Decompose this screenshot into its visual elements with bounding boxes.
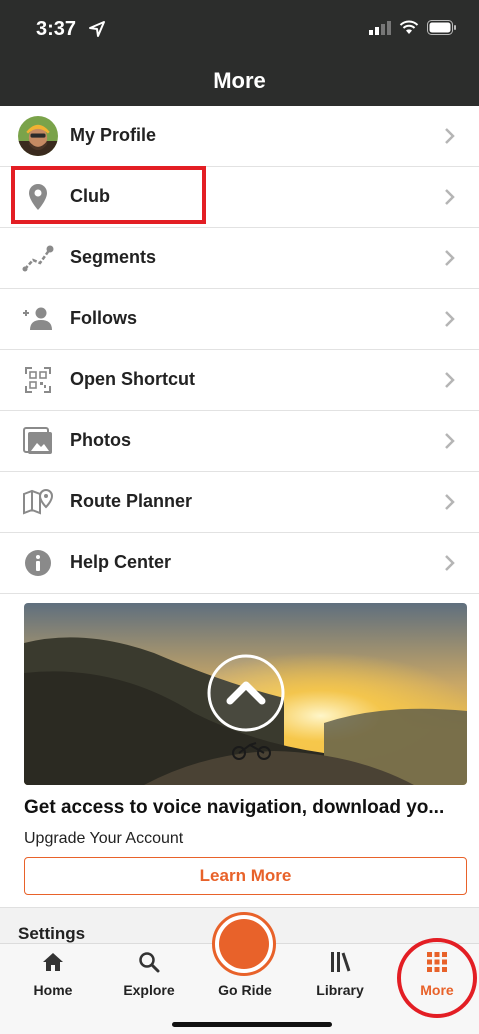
location-arrow-icon xyxy=(89,21,105,37)
wifi-icon xyxy=(399,20,419,34)
menu-item-route-planner[interactable]: Route Planner xyxy=(0,472,479,533)
qr-code-icon xyxy=(18,360,58,400)
chevron-right-icon xyxy=(445,433,455,449)
segments-icon xyxy=(18,238,58,278)
chevron-right-icon xyxy=(445,555,455,571)
page-title: More xyxy=(213,68,266,93)
status-bar: 3:37 xyxy=(0,0,479,58)
add-person-icon xyxy=(18,299,58,339)
promo-card: Get access to voice navigation, download… xyxy=(24,603,467,895)
library-icon xyxy=(331,952,351,972)
home-indicator xyxy=(172,1022,332,1027)
tab-label: Library xyxy=(316,982,364,998)
chevron-right-icon xyxy=(445,311,455,327)
signal-icon xyxy=(369,20,391,35)
menu-item-label: Follows xyxy=(70,308,137,328)
menu-item-follows[interactable]: Follows xyxy=(0,289,479,350)
menu-item-segments[interactable]: Segments xyxy=(0,228,479,289)
annotation-highlight-box xyxy=(11,166,206,224)
tab-home[interactable]: Home xyxy=(13,944,93,1004)
menu-item-my-profile[interactable]: My Profile xyxy=(0,106,479,167)
menu-item-label: My Profile xyxy=(70,125,157,145)
chevron-right-icon xyxy=(445,189,455,205)
status-icons xyxy=(369,20,457,35)
tab-label: Home xyxy=(33,982,73,998)
chevron-right-icon xyxy=(445,372,455,388)
map-route-icon xyxy=(18,482,58,522)
menu-item-label: Route Planner xyxy=(70,491,193,511)
chevron-right-icon xyxy=(445,128,455,144)
menu-item-help-center[interactable]: Help Center xyxy=(0,533,479,594)
tab-label: Explore xyxy=(123,982,175,998)
menu-item-open-shortcut[interactable]: Open Shortcut xyxy=(0,350,479,411)
avatar xyxy=(18,116,58,156)
menu-item-label: Open Shortcut xyxy=(70,369,195,389)
tab-bar: Home Explore Go Ride Library More xyxy=(0,912,479,1034)
chevron-right-icon xyxy=(445,250,455,266)
header: More xyxy=(0,58,479,106)
chevron-up-icon[interactable] xyxy=(206,653,286,733)
tab-explore[interactable]: Explore xyxy=(109,944,189,1004)
learn-more-button[interactable]: Learn More xyxy=(24,857,467,895)
record-icon[interactable] xyxy=(212,912,276,976)
menu-item-photos[interactable]: Photos xyxy=(0,411,479,472)
promo-subtitle: Upgrade Your Account xyxy=(24,830,184,847)
settings-label: Settings xyxy=(18,924,86,943)
home-icon xyxy=(43,953,63,971)
promo-title: Get access to voice navigation, download… xyxy=(24,797,445,818)
tab-library[interactable]: Library xyxy=(300,944,380,1004)
tab-label: Go Ride xyxy=(218,982,272,998)
battery-icon xyxy=(427,20,456,35)
info-icon xyxy=(18,543,58,583)
status-time: 3:37 xyxy=(36,18,77,40)
chevron-right-icon xyxy=(445,494,455,510)
menu-item-label: Segments xyxy=(70,247,157,267)
promo-image[interactable] xyxy=(24,603,467,785)
search-icon xyxy=(139,952,160,973)
menu-item-label: Help Center xyxy=(70,552,172,572)
menu-item-label: Photos xyxy=(70,430,131,450)
photos-icon xyxy=(18,421,58,461)
annotation-highlight-circle xyxy=(397,938,477,1018)
